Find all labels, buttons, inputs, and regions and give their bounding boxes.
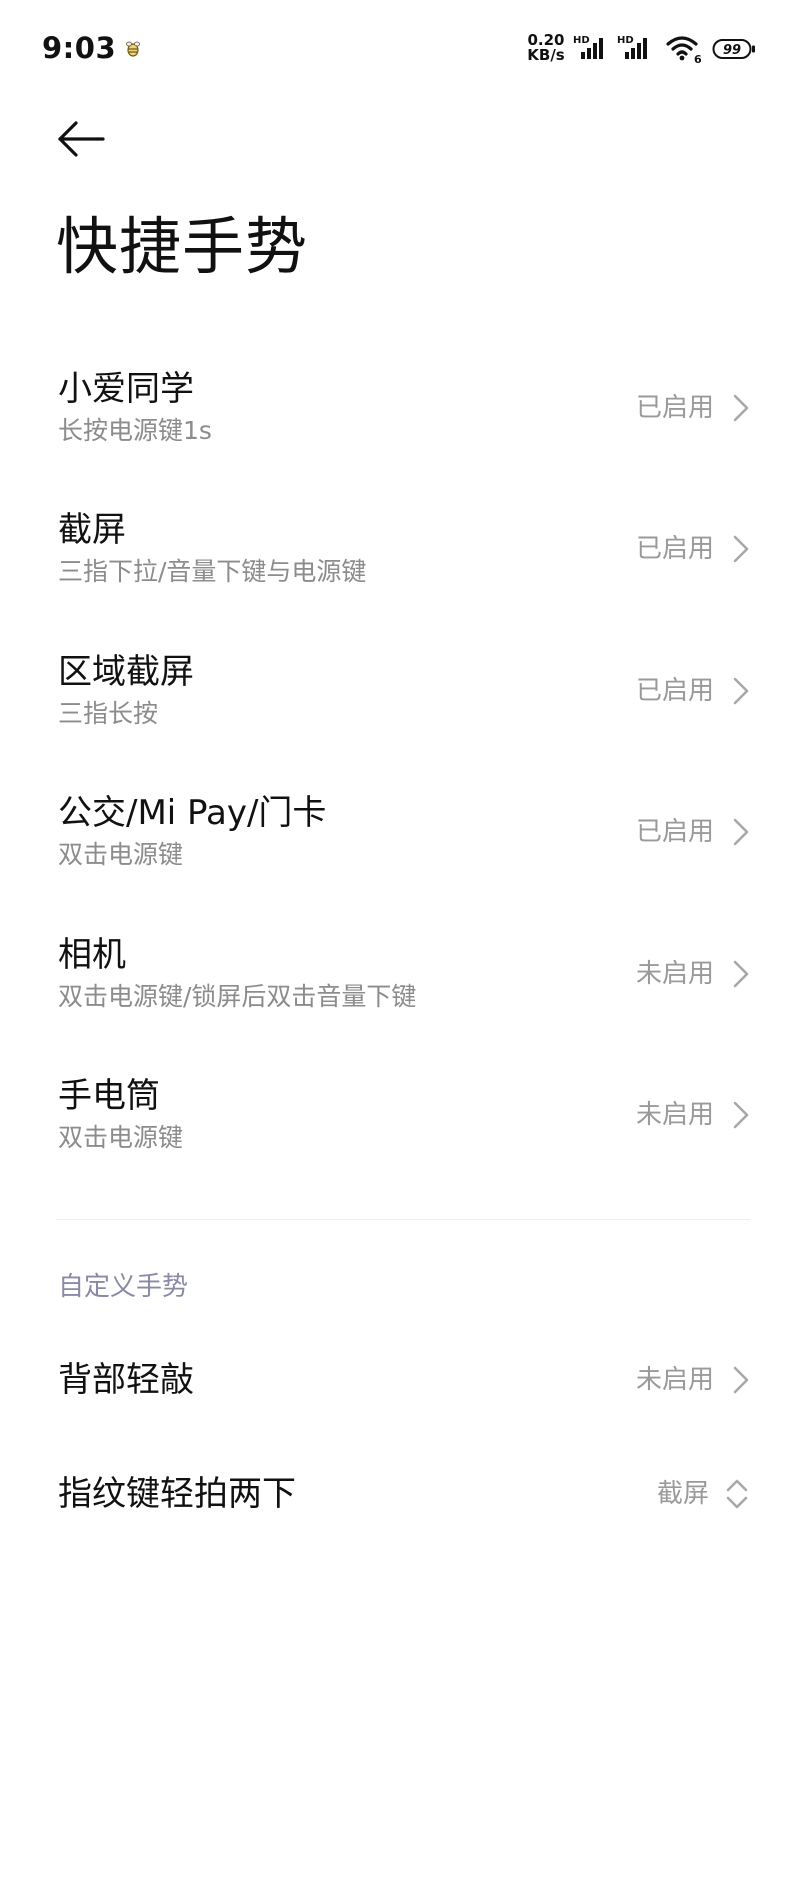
chevron-right-icon (733, 818, 749, 846)
signal-icon: HD (573, 35, 603, 59)
custom-gesture-row-fingerprint-double-tap[interactable]: 指纹键轻拍两下 截屏 (58, 1473, 749, 1515)
gesture-status: 未启用 (635, 1365, 714, 1395)
gesture-title: 区域截屏 (58, 652, 194, 692)
signal-hd-label: HD (573, 35, 590, 46)
gesture-selected-action: 截屏 (656, 1479, 709, 1509)
gesture-subtitle: 双击电源键 (58, 1123, 184, 1152)
gesture-subtitle: 长按电源键1s (58, 416, 212, 445)
gesture-title: 背部轻敲 (58, 1360, 194, 1400)
gesture-status: 未启用 (635, 959, 714, 989)
battery-icon: 99 (712, 39, 755, 59)
gesture-row-camera[interactable]: 相机 双击电源键/锁屏后双击音量下键 未启用 (58, 934, 749, 1014)
section-divider (56, 1219, 750, 1220)
gesture-row-xiaoai[interactable]: 小爱同学 长按电源键1s 已启用 (58, 368, 749, 448)
bee-notification-icon (126, 41, 140, 57)
battery-level: 99 (723, 43, 741, 58)
network-speed-unit: KB/s (527, 46, 565, 64)
gesture-status: 已启用 (635, 817, 714, 847)
gesture-title: 手电筒 (58, 1076, 160, 1116)
signal-icon: HD (617, 35, 647, 59)
custom-gesture-row-back-tap[interactable]: 背部轻敲 未启用 (58, 1359, 749, 1401)
gesture-subtitle: 三指下拉/音量下键与电源键 (58, 557, 367, 586)
chevron-up-down-icon[interactable] (725, 1478, 749, 1510)
chevron-right-icon (733, 960, 749, 988)
gesture-subtitle: 双击电源键 (58, 840, 184, 869)
gesture-status: 已启用 (635, 534, 714, 564)
gesture-row-screenshot[interactable]: 截屏 三指下拉/音量下键与电源键 已启用 (58, 509, 749, 589)
status-time: 9:03 (42, 31, 117, 65)
gesture-title: 公交/Mi Pay/门卡 (58, 793, 327, 833)
gesture-row-mipay[interactable]: 公交/Mi Pay/门卡 双击电源键 已启用 (58, 792, 749, 872)
gesture-title: 指纹键轻拍两下 (58, 1474, 296, 1514)
network-speed: 0.20 KB/s (524, 33, 568, 63)
chevron-right-icon (733, 1366, 749, 1394)
gesture-status: 未启用 (635, 1100, 714, 1130)
page-title: 快捷手势 (56, 210, 309, 283)
gesture-row-partial-screenshot[interactable]: 区域截屏 三指长按 已启用 (58, 651, 749, 731)
gesture-row-flashlight[interactable]: 手电筒 双击电源键 未启用 (58, 1075, 749, 1155)
gesture-title: 相机 (58, 935, 126, 975)
gesture-title: 截屏 (58, 510, 126, 550)
back-arrow-icon[interactable] (56, 120, 106, 158)
signal-hd-label: HD (617, 35, 634, 46)
wifi-label: 6 (694, 53, 702, 64)
wifi-icon: 6 (666, 36, 702, 64)
chevron-right-icon (733, 535, 749, 563)
gesture-subtitle: 双击电源键/锁屏后双击音量下键 (58, 982, 417, 1011)
chevron-right-icon (733, 1101, 749, 1129)
gesture-status: 已启用 (635, 393, 714, 423)
chevron-right-icon (733, 677, 749, 705)
gesture-title: 小爱同学 (58, 369, 194, 409)
gesture-status: 已启用 (635, 676, 714, 706)
chevron-right-icon (733, 394, 749, 422)
custom-gestures-section-header: 自定义手势 (58, 1272, 189, 1302)
gesture-subtitle: 三指长按 (58, 699, 159, 728)
